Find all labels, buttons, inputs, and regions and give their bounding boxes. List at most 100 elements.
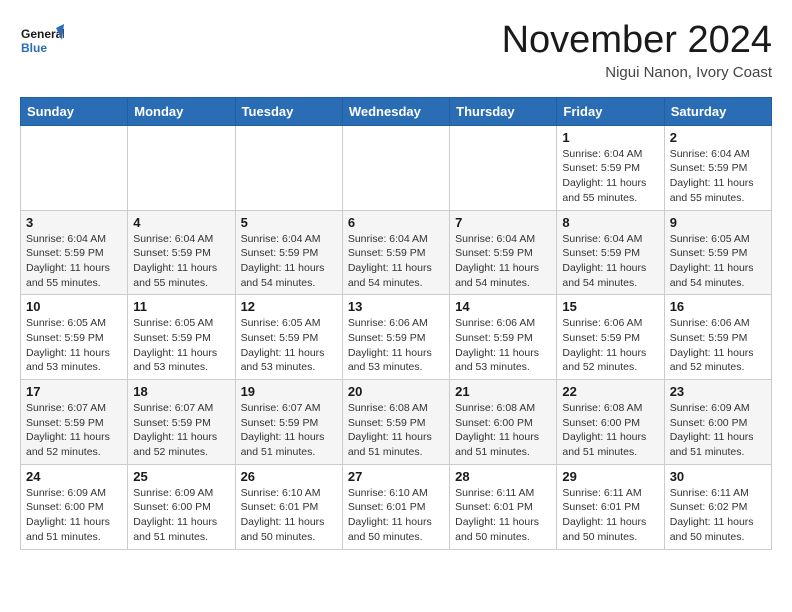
calendar-cell-w2-d5: 7Sunrise: 6:04 AM Sunset: 5:59 PM Daylig… bbox=[450, 210, 557, 295]
day-number: 20 bbox=[348, 384, 444, 399]
day-info: Sunrise: 6:09 AM Sunset: 6:00 PM Dayligh… bbox=[670, 401, 766, 460]
calendar-cell-w4-d3: 19 Sunrise: 6:07 AM Sunset: 5:59 PM Dayli… bbox=[235, 380, 342, 465]
day-info: Sunrise: 6:09 AM Sunset: 6:00 PM Dayligh… bbox=[26, 486, 122, 545]
day-info: Sunrise: 6:04 AM Sunset: 5:59 PM Dayligh… bbox=[241, 232, 337, 291]
day-number: 28 bbox=[455, 469, 551, 484]
day-info: Sunrise: 6:05 AM Sunset: 5:59 PM Dayligh… bbox=[133, 316, 229, 375]
logo: General Blue bbox=[20, 20, 64, 64]
calendar-cell-w1-d1 bbox=[21, 125, 128, 210]
calendar-cell-w4-d1: 17 Sunrise: 6:07 AM Sunset: 5:59 PM Dayli… bbox=[21, 380, 128, 465]
calendar-cell-w3-d4: 13 Sunrise: 6:06 AM Sunset: 5:59 PM Dayli… bbox=[342, 295, 449, 380]
day-info: Sunrise: 6:05 AM Sunset: 5:59 PM Dayligh… bbox=[241, 316, 337, 375]
day-number: 27 bbox=[348, 469, 444, 484]
day-info: Sunrise: 6:09 AM Sunset: 6:00 PM Dayligh… bbox=[133, 486, 229, 545]
day-number: 14 bbox=[455, 299, 551, 314]
day-number: 25 bbox=[133, 469, 229, 484]
header-tuesday: Tuesday bbox=[235, 97, 342, 125]
calendar-cell-w3-d5: 14 Sunrise: 6:06 AM Sunset: 5:59 PM Dayli… bbox=[450, 295, 557, 380]
calendar-cell-w2-d3: 5 Sunrise: 6:04 AM Sunset: 5:59 PM Daylig… bbox=[235, 210, 342, 295]
page-header: General Blue November 2024 Nigui Nanon, … bbox=[20, 20, 772, 81]
calendar-cell-w3-d2: 11 Sunrise: 6:05 AM Sunset: 5:59 PM Dayli… bbox=[128, 295, 235, 380]
day-info: Sunrise: 6:04 AM Sunset: 5:59 PM Dayligh… bbox=[26, 232, 122, 291]
calendar-cell-w5-d2: 25 Sunrise: 6:09 AM Sunset: 6:00 PM Dayli… bbox=[128, 464, 235, 549]
day-info: Sunrise: 6:05 AM Sunset: 5:59 PM Dayligh… bbox=[26, 316, 122, 375]
day-number: 24 bbox=[26, 469, 122, 484]
day-number: 4 bbox=[133, 215, 229, 230]
header-wednesday: Wednesday bbox=[342, 97, 449, 125]
day-number: 15 bbox=[562, 299, 658, 314]
day-number: 8 bbox=[562, 215, 658, 230]
logo-icon: General Blue bbox=[20, 20, 64, 64]
calendar-cell-w5-d5: 28 Sunrise: 6:11 AM Sunset: 6:01 PM Dayli… bbox=[450, 464, 557, 549]
calendar-cell-w1-d5 bbox=[450, 125, 557, 210]
day-number: 17 bbox=[26, 384, 122, 399]
location: Nigui Nanon, Ivory Coast bbox=[502, 64, 772, 81]
day-info: Sunrise: 6:11 AM Sunset: 6:01 PM Dayligh… bbox=[455, 486, 551, 545]
calendar-cell-w5-d1: 24 Sunrise: 6:09 AM Sunset: 6:00 PM Dayli… bbox=[21, 464, 128, 549]
day-number: 30 bbox=[670, 469, 766, 484]
header-friday: Friday bbox=[557, 97, 664, 125]
day-info: Sunrise: 6:06 AM Sunset: 5:59 PM Dayligh… bbox=[455, 316, 551, 375]
day-number: 19 bbox=[241, 384, 337, 399]
day-number: 10 bbox=[26, 299, 122, 314]
day-info: Sunrise: 6:11 AM Sunset: 6:01 PM Dayligh… bbox=[562, 486, 658, 545]
calendar-cell-w4-d2: 18 Sunrise: 6:07 AM Sunset: 5:59 PM Dayli… bbox=[128, 380, 235, 465]
calendar-cell-w2-d4: 6Sunrise: 6:04 AM Sunset: 5:59 PM Daylig… bbox=[342, 210, 449, 295]
day-info: Sunrise: 6:06 AM Sunset: 5:59 PM Dayligh… bbox=[348, 316, 444, 375]
day-info: Sunrise: 6:10 AM Sunset: 6:01 PM Dayligh… bbox=[348, 486, 444, 545]
calendar-cell-w3-d1: 10 Sunrise: 6:05 AM Sunset: 5:59 PM Dayli… bbox=[21, 295, 128, 380]
calendar-cell-w4-d5: 21 Sunrise: 6:08 AM Sunset: 6:00 PM Dayli… bbox=[450, 380, 557, 465]
title-block: November 2024 Nigui Nanon, Ivory Coast bbox=[502, 20, 772, 81]
calendar-cell-w1-d7: 2 Sunrise: 6:04 AM Sunset: 5:59 PM Daylig… bbox=[664, 125, 771, 210]
day-info: Sunrise: 6:08 AM Sunset: 6:00 PM Dayligh… bbox=[455, 401, 551, 460]
calendar-cell-w1-d4 bbox=[342, 125, 449, 210]
day-info: Sunrise: 6:10 AM Sunset: 6:01 PM Dayligh… bbox=[241, 486, 337, 545]
week-row-5: 24 Sunrise: 6:09 AM Sunset: 6:00 PM Dayli… bbox=[21, 464, 772, 549]
day-number: 13 bbox=[348, 299, 444, 314]
day-number: 2 bbox=[670, 130, 766, 145]
header-monday: Monday bbox=[128, 97, 235, 125]
day-info: Sunrise: 6:07 AM Sunset: 5:59 PM Dayligh… bbox=[26, 401, 122, 460]
day-info: Sunrise: 6:08 AM Sunset: 6:00 PM Dayligh… bbox=[562, 401, 658, 460]
calendar-cell-w2-d1: 3 Sunrise: 6:04 AM Sunset: 5:59 PM Daylig… bbox=[21, 210, 128, 295]
calendar-table: SundayMondayTuesdayWednesdayThursdayFrid… bbox=[20, 97, 772, 550]
day-number: 3 bbox=[26, 215, 122, 230]
day-number: 12 bbox=[241, 299, 337, 314]
day-number: 1 bbox=[562, 130, 658, 145]
calendar-header-row: SundayMondayTuesdayWednesdayThursdayFrid… bbox=[21, 97, 772, 125]
week-row-2: 3 Sunrise: 6:04 AM Sunset: 5:59 PM Daylig… bbox=[21, 210, 772, 295]
header-thursday: Thursday bbox=[450, 97, 557, 125]
day-number: 7 bbox=[455, 215, 551, 230]
header-saturday: Saturday bbox=[664, 97, 771, 125]
day-info: Sunrise: 6:04 AM Sunset: 5:59 PM Dayligh… bbox=[348, 232, 444, 291]
day-info: Sunrise: 6:06 AM Sunset: 5:59 PM Dayligh… bbox=[670, 316, 766, 375]
week-row-4: 17 Sunrise: 6:07 AM Sunset: 5:59 PM Dayli… bbox=[21, 380, 772, 465]
calendar-cell-w5-d4: 27 Sunrise: 6:10 AM Sunset: 6:01 PM Dayli… bbox=[342, 464, 449, 549]
day-number: 16 bbox=[670, 299, 766, 314]
calendar-cell-w5-d7: 30Sunrise: 6:11 AM Sunset: 6:02 PM Dayli… bbox=[664, 464, 771, 549]
day-number: 18 bbox=[133, 384, 229, 399]
day-info: Sunrise: 6:04 AM Sunset: 5:59 PM Dayligh… bbox=[133, 232, 229, 291]
calendar-cell-w4-d6: 22Sunrise: 6:08 AM Sunset: 6:00 PM Dayli… bbox=[557, 380, 664, 465]
month-title: November 2024 bbox=[502, 20, 772, 62]
day-info: Sunrise: 6:04 AM Sunset: 5:59 PM Dayligh… bbox=[562, 147, 658, 206]
day-info: Sunrise: 6:04 AM Sunset: 5:59 PM Dayligh… bbox=[670, 147, 766, 206]
day-number: 23 bbox=[670, 384, 766, 399]
day-info: Sunrise: 6:07 AM Sunset: 5:59 PM Dayligh… bbox=[241, 401, 337, 460]
calendar-cell-w1-d2 bbox=[128, 125, 235, 210]
day-info: Sunrise: 6:06 AM Sunset: 5:59 PM Dayligh… bbox=[562, 316, 658, 375]
calendar-cell-w2-d7: 9Sunrise: 6:05 AM Sunset: 5:59 PM Daylig… bbox=[664, 210, 771, 295]
calendar-cell-w5-d6: 29 Sunrise: 6:11 AM Sunset: 6:01 PM Dayli… bbox=[557, 464, 664, 549]
day-number: 11 bbox=[133, 299, 229, 314]
calendar-cell-w1-d3 bbox=[235, 125, 342, 210]
day-info: Sunrise: 6:05 AM Sunset: 5:59 PM Dayligh… bbox=[670, 232, 766, 291]
week-row-1: 1 Sunrise: 6:04 AM Sunset: 5:59 PM Daylig… bbox=[21, 125, 772, 210]
calendar-cell-w3-d6: 15 Sunrise: 6:06 AM Sunset: 5:59 PM Dayli… bbox=[557, 295, 664, 380]
calendar-cell-w4-d4: 20Sunrise: 6:08 AM Sunset: 5:59 PM Dayli… bbox=[342, 380, 449, 465]
day-info: Sunrise: 6:07 AM Sunset: 5:59 PM Dayligh… bbox=[133, 401, 229, 460]
svg-text:Blue: Blue bbox=[21, 41, 47, 55]
header-sunday: Sunday bbox=[21, 97, 128, 125]
day-number: 21 bbox=[455, 384, 551, 399]
day-number: 29 bbox=[562, 469, 658, 484]
day-number: 5 bbox=[241, 215, 337, 230]
